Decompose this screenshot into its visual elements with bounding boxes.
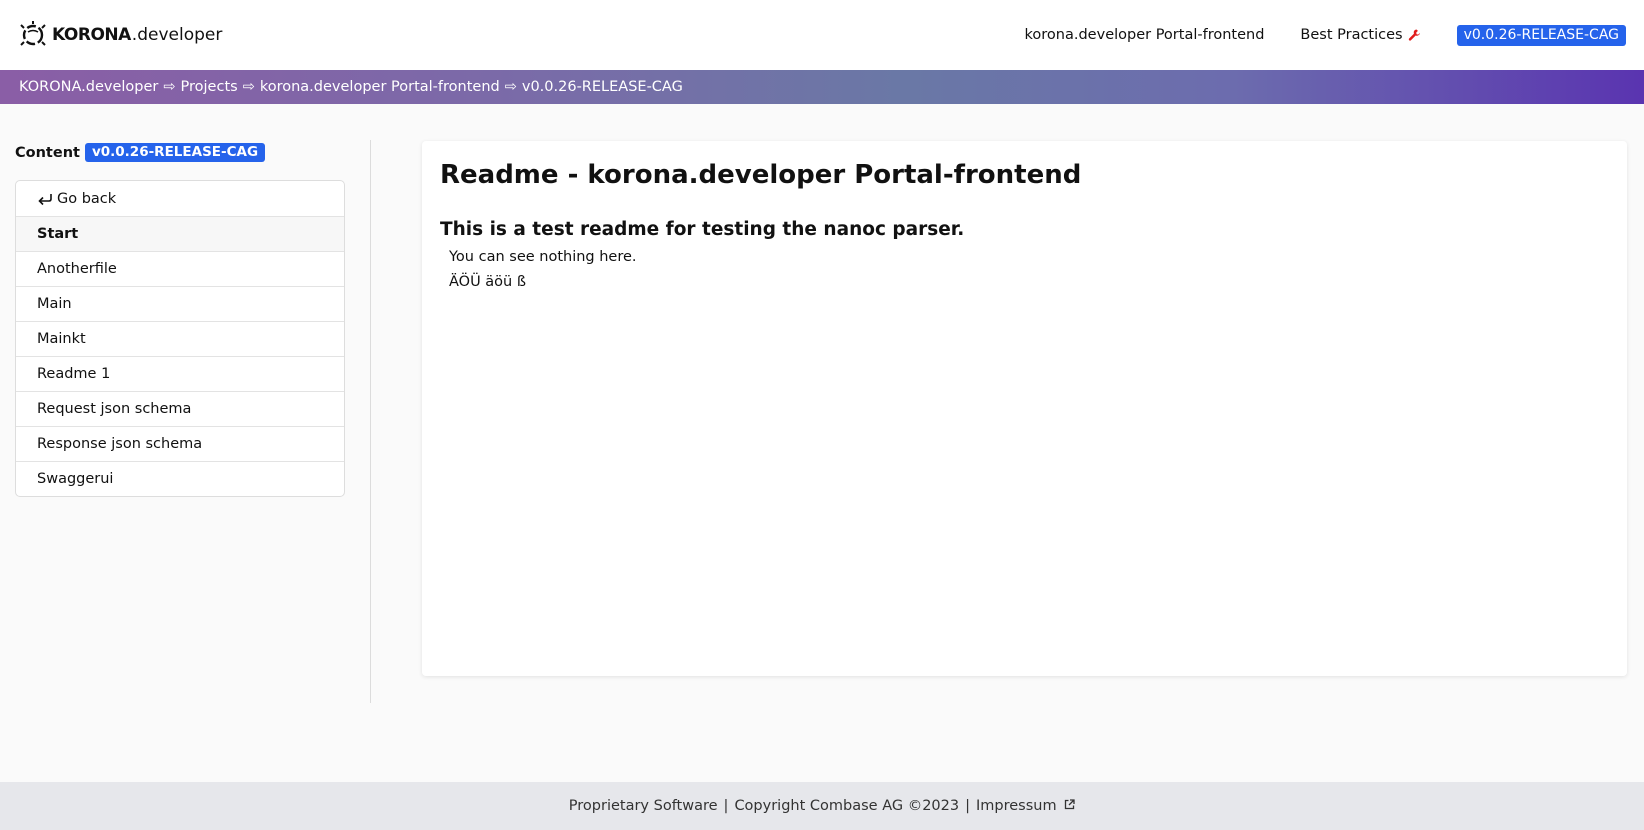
footer-copyright: Copyright Combase AG ©2023 [734,798,960,814]
impressum-label: Impressum [976,798,1057,814]
version-badge[interactable]: v0.0.26-RELEASE-CAG [1456,24,1626,46]
sidebar-item-response-json-schema[interactable]: Response json schema [16,426,344,461]
sidebar-item-readme-1[interactable]: Readme 1 [16,356,344,391]
nav-best-practices-link[interactable]: Best Practices [1300,27,1420,43]
sidebar-item-main[interactable]: Main [16,286,344,321]
breadcrumb-item-projects[interactable]: Projects [181,79,238,95]
breadcrumb-separator: ⇨ [504,79,517,95]
readme-heading: This is a test readme for testing the na… [440,219,965,240]
sidebar-item-request-json-schema[interactable]: Request json schema [16,391,344,426]
go-back-button[interactable]: Go back [16,181,344,216]
footer-separator: | [723,798,729,814]
logo-developer-text: .developer [131,25,223,45]
sidebar-divider [370,140,371,703]
breadcrumb-separator: ⇨ [163,79,176,95]
footer-license: Proprietary Software [568,798,718,814]
sidebar-item-swaggerui[interactable]: Swaggerui [16,461,344,496]
korona-logo-icon [20,21,46,46]
return-arrow-icon [38,193,52,205]
sidebar-item-anotherfile[interactable]: Anotherfile [16,251,344,286]
sidebar-version-badge: v0.0.26-RELEASE-CAG [84,143,266,162]
readme-paragraph: You can see nothing here. [449,249,637,265]
impressum-link[interactable]: Impressum [976,798,1075,814]
sidebar-title: Content [15,144,80,161]
sidebar-item-mainkt[interactable]: Mainkt [16,321,344,356]
breadcrumb-item-project[interactable]: korona.developer Portal-frontend [260,79,500,95]
top-header: KORONA .developer korona.developer Porta… [0,0,1644,70]
page-footer: Proprietary Software | Copyright Combase… [0,782,1644,830]
best-practices-label: Best Practices [1300,27,1403,43]
readme-card: Readme - korona.developer Portal-fronten… [422,141,1627,676]
page-title: Readme - korona.developer Portal-fronten… [440,160,1082,190]
wrench-icon [1408,29,1420,41]
go-back-label: Go back [57,190,117,207]
external-link-icon [1065,799,1075,810]
korona-logo[interactable]: KORONA .developer [18,20,222,50]
breadcrumb-item-home[interactable]: KORONA.developer [19,79,158,95]
sidebar-header: Content v0.0.26-RELEASE-CAG [15,143,345,162]
nav-project-link[interactable]: korona.developer Portal-frontend [1025,27,1265,43]
breadcrumb-item-version: v0.0.26-RELEASE-CAG [521,79,683,95]
footer-separator: | [965,798,970,814]
sidebar-item-start[interactable]: Start [16,216,344,251]
breadcrumb: KORONA.developer ⇨ Projects ⇨ korona.dev… [0,70,1644,104]
content-sidebar: Content v0.0.26-RELEASE-CAG Go back Star… [15,140,345,497]
breadcrumb-separator: ⇨ [242,79,255,95]
logo-korona-text: KORONA [52,25,131,45]
content-nav-list: Go back Start Anotherfile Main Mainkt Re… [15,180,345,497]
top-nav: korona.developer Portal-frontend Best Pr… [1025,24,1626,46]
readme-paragraph: ÄÖÜ äöü ß [449,274,526,290]
